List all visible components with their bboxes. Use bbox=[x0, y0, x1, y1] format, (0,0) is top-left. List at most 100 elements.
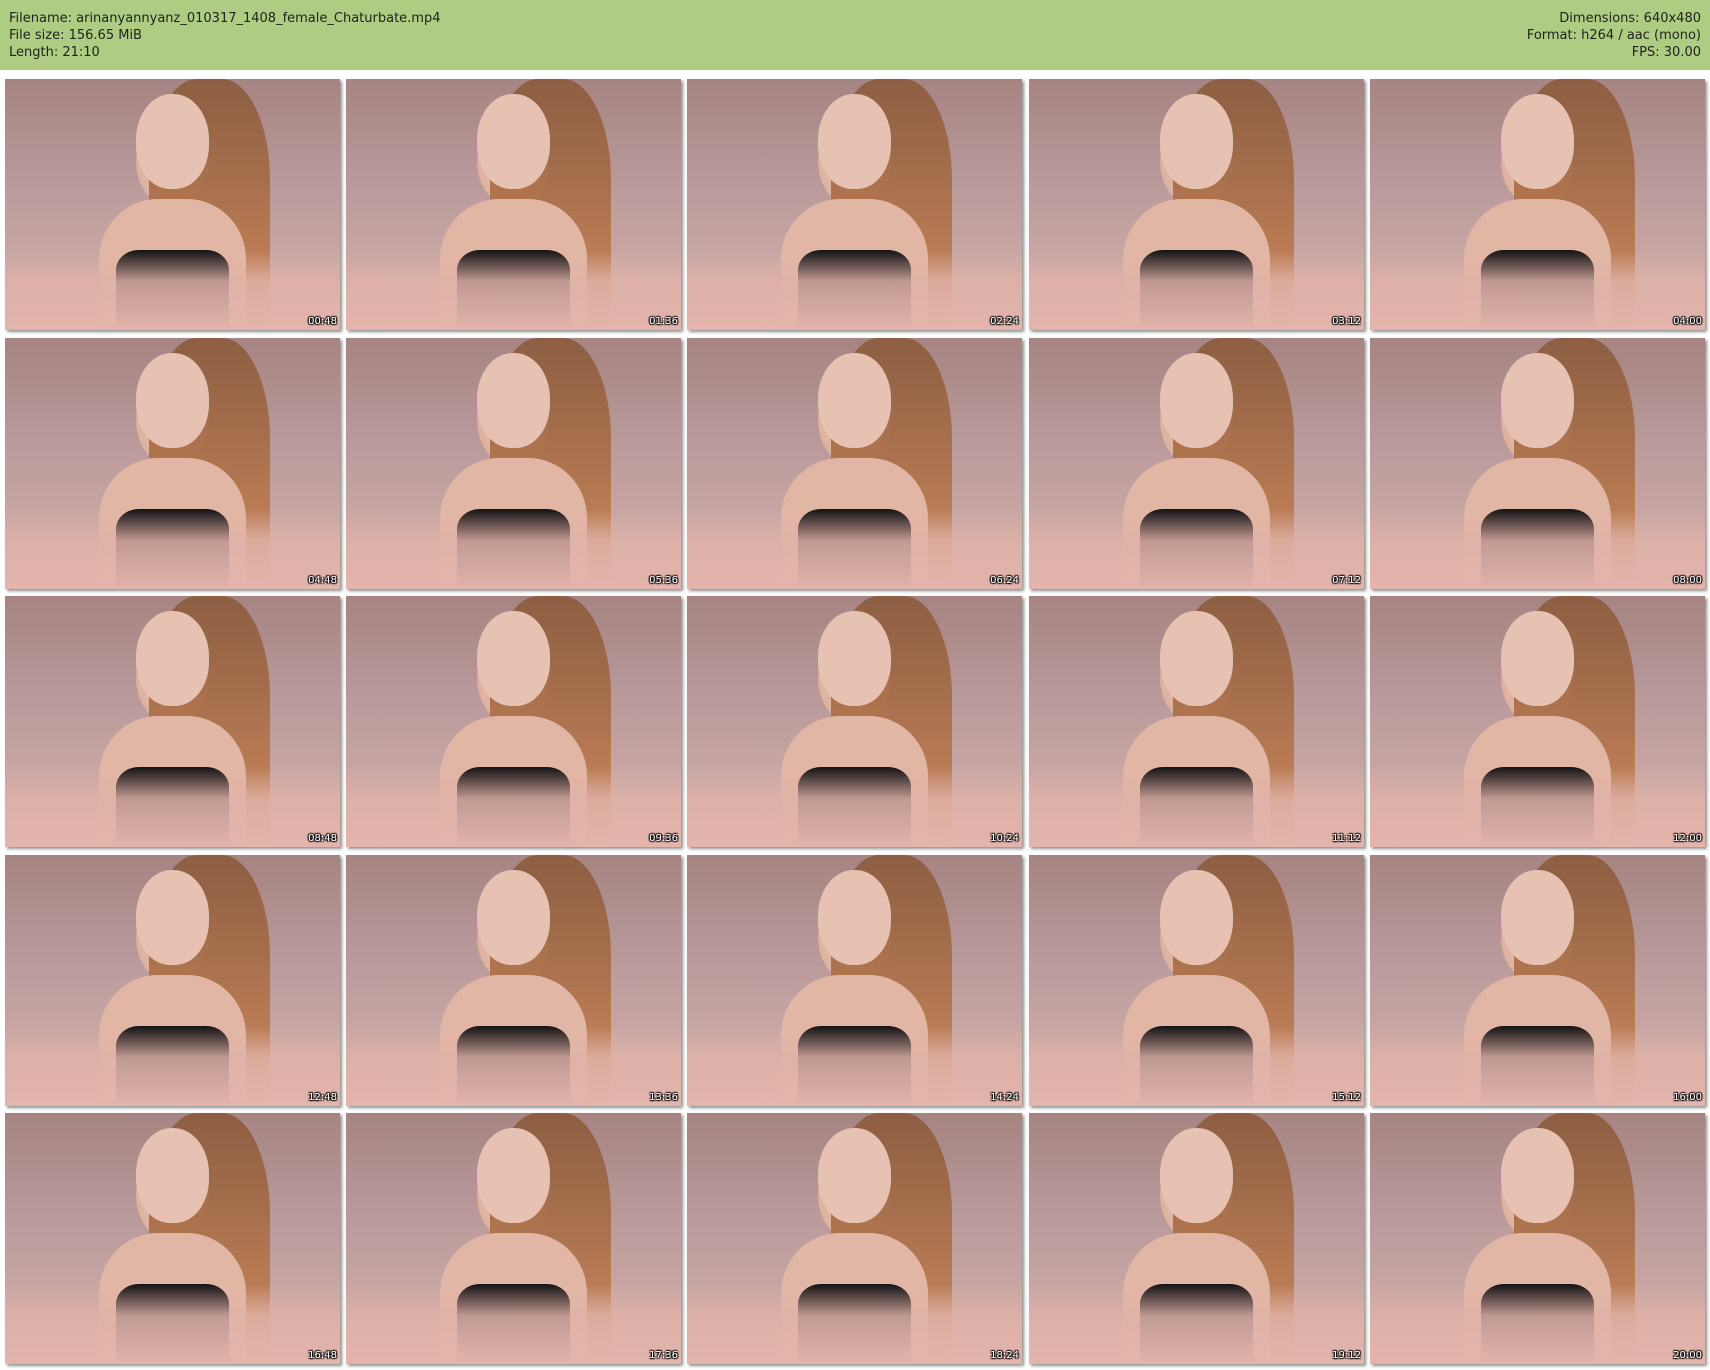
thumbnail-image-bed bbox=[5, 766, 340, 847]
video-thumbnail: 14:24 bbox=[687, 855, 1022, 1106]
thumbnail-timestamp: 12:00 bbox=[1673, 833, 1702, 844]
thumbnail-image-face bbox=[135, 94, 210, 190]
thumbnail-image-face bbox=[1159, 611, 1234, 707]
thumbnail-image-bed bbox=[1370, 766, 1705, 847]
video-thumbnail: 04:00 bbox=[1370, 79, 1705, 330]
thumbnail-image-bed bbox=[1029, 766, 1364, 847]
thumbnail-image-face bbox=[476, 611, 551, 707]
thumbnail-image-face bbox=[1500, 611, 1575, 707]
thumbnail-image-face bbox=[1159, 870, 1234, 966]
thumbnail-image-face bbox=[817, 94, 892, 190]
video-thumbnail: 11:12 bbox=[1029, 596, 1364, 847]
video-thumbnail: 15:12 bbox=[1029, 855, 1364, 1106]
video-thumbnail: 07:12 bbox=[1029, 338, 1364, 589]
video-thumbnail: 19:12 bbox=[1029, 1113, 1364, 1364]
thumbnail-image-face bbox=[135, 1128, 210, 1224]
video-thumbnail: 18:24 bbox=[687, 1113, 1022, 1364]
thumbnail-timestamp: 16:48 bbox=[308, 1350, 337, 1361]
thumbnail-timestamp: 02:24 bbox=[990, 316, 1019, 327]
video-thumbnail: 16:00 bbox=[1370, 855, 1705, 1106]
thumbnail-image-bed bbox=[1370, 1025, 1705, 1106]
dimensions-text: Dimensions: 640x480 bbox=[1559, 11, 1701, 26]
thumbnail-image-face bbox=[135, 611, 210, 707]
thumbnail-image-bed bbox=[1370, 1283, 1705, 1364]
thumbnail-timestamp: 01:36 bbox=[649, 316, 678, 327]
thumbnail-timestamp: 06:24 bbox=[990, 575, 1019, 586]
header-left: Filename: arinanyannyanz_010317_1408_fem… bbox=[9, 10, 440, 61]
thumbnail-image-bed bbox=[687, 1283, 1022, 1364]
thumbnail-image-face bbox=[135, 870, 210, 966]
thumbnail-grid: 00:48 01:36 02:24 03:12 04:00 04:48 05:36 06:24… bbox=[5, 79, 1705, 1365]
thumbnail-timestamp: 15:12 bbox=[1332, 1092, 1361, 1103]
thumbnail-image-face bbox=[1500, 1128, 1575, 1224]
video-thumbnail: 06:24 bbox=[687, 338, 1022, 589]
thumbnail-timestamp: 07:12 bbox=[1332, 575, 1361, 586]
video-thumbnail: 20:00 bbox=[1370, 1113, 1705, 1364]
thumbnail-timestamp: 17:36 bbox=[649, 1350, 678, 1361]
thumbnail-image-bed bbox=[5, 1025, 340, 1106]
thumbnail-timestamp: 18:24 bbox=[990, 1350, 1019, 1361]
thumbnail-image-face bbox=[476, 1128, 551, 1224]
thumbnail-image-bed bbox=[1029, 249, 1364, 330]
thumbnail-timestamp: 09:36 bbox=[649, 833, 678, 844]
video-thumbnail: 12:00 bbox=[1370, 596, 1705, 847]
thumbnail-image-bed bbox=[687, 508, 1022, 589]
video-thumbnail: 08:48 bbox=[5, 596, 340, 847]
thumbnail-timestamp: 11:12 bbox=[1332, 833, 1361, 844]
thumbnail-timestamp: 03:12 bbox=[1332, 316, 1361, 327]
thumbnail-image-bed bbox=[1370, 249, 1705, 330]
thumbnail-image-face bbox=[1500, 353, 1575, 449]
thumbnail-image-face bbox=[1159, 353, 1234, 449]
thumbnail-image-bed bbox=[5, 1283, 340, 1364]
header-right: Dimensions: 640x480 Format: h264 / aac (… bbox=[1527, 10, 1701, 61]
video-thumbnail: 05:36 bbox=[346, 338, 681, 589]
thumbnail-image-face bbox=[817, 353, 892, 449]
thumbnail-image-bed bbox=[687, 249, 1022, 330]
thumbnail-timestamp: 19:12 bbox=[1332, 1350, 1361, 1361]
thumbnail-image-bed bbox=[1370, 508, 1705, 589]
video-thumbnail: 03:12 bbox=[1029, 79, 1364, 330]
video-thumbnail: 12:48 bbox=[5, 855, 340, 1106]
thumbnail-timestamp: 04:48 bbox=[308, 575, 337, 586]
thumbnail-image-bed bbox=[346, 766, 681, 847]
thumbnail-image-face bbox=[1500, 94, 1575, 190]
video-thumbnail: 08:00 bbox=[1370, 338, 1705, 589]
thumbnail-image-bed bbox=[1029, 1283, 1364, 1364]
thumbnail-timestamp: 16:00 bbox=[1673, 1092, 1702, 1103]
thumbnail-timestamp: 08:48 bbox=[308, 833, 337, 844]
thumbnail-timestamp: 00:48 bbox=[308, 316, 337, 327]
thumbnail-image-bed bbox=[5, 508, 340, 589]
video-thumbnail: 17:36 bbox=[346, 1113, 681, 1364]
thumbnail-image-bed bbox=[346, 1283, 681, 1364]
thumbnail-image-face bbox=[1500, 870, 1575, 966]
thumbnail-image-face bbox=[817, 611, 892, 707]
filesize-text: File size: 156.65 MiB bbox=[9, 28, 142, 43]
thumbnail-image-bed bbox=[1029, 508, 1364, 589]
video-thumbnail: 01:36 bbox=[346, 79, 681, 330]
fps-text: FPS: 30.00 bbox=[1631, 45, 1701, 60]
thumbnail-timestamp: 08:00 bbox=[1673, 575, 1702, 586]
thumbnail-image-bed bbox=[1029, 1025, 1364, 1106]
thumbnail-timestamp: 13:36 bbox=[649, 1092, 678, 1103]
info-header: Filename: arinanyannyanz_010317_1408_fem… bbox=[0, 0, 1710, 70]
video-thumbnail: 16:48 bbox=[5, 1113, 340, 1364]
format-text: Format: h264 / aac (mono) bbox=[1526, 28, 1701, 43]
thumbnail-image-face bbox=[476, 353, 551, 449]
thumbnail-image-face bbox=[1159, 94, 1234, 190]
thumbnail-timestamp: 14:24 bbox=[990, 1092, 1019, 1103]
video-thumbnail: 10:24 bbox=[687, 596, 1022, 847]
video-thumbnail: 13:36 bbox=[346, 855, 681, 1106]
thumbnail-image-bed bbox=[5, 249, 340, 330]
video-thumbnail: 00:48 bbox=[5, 79, 340, 330]
thumbnail-image-bed bbox=[346, 1025, 681, 1106]
video-thumbnail: 09:36 bbox=[346, 596, 681, 847]
thumbnail-timestamp: 20:00 bbox=[1673, 1350, 1702, 1361]
length-text: Length: 21:10 bbox=[9, 45, 100, 60]
thumbnail-image-face bbox=[476, 870, 551, 966]
thumbnail-timestamp: 10:24 bbox=[990, 833, 1019, 844]
filename-text: Filename: arinanyannyanz_010317_1408_fem… bbox=[9, 11, 441, 26]
thumbnail-image-bed bbox=[346, 508, 681, 589]
thumbnail-image-bed bbox=[687, 1025, 1022, 1106]
thumbnail-image-bed bbox=[346, 249, 681, 330]
thumbnail-timestamp: 05:36 bbox=[649, 575, 678, 586]
